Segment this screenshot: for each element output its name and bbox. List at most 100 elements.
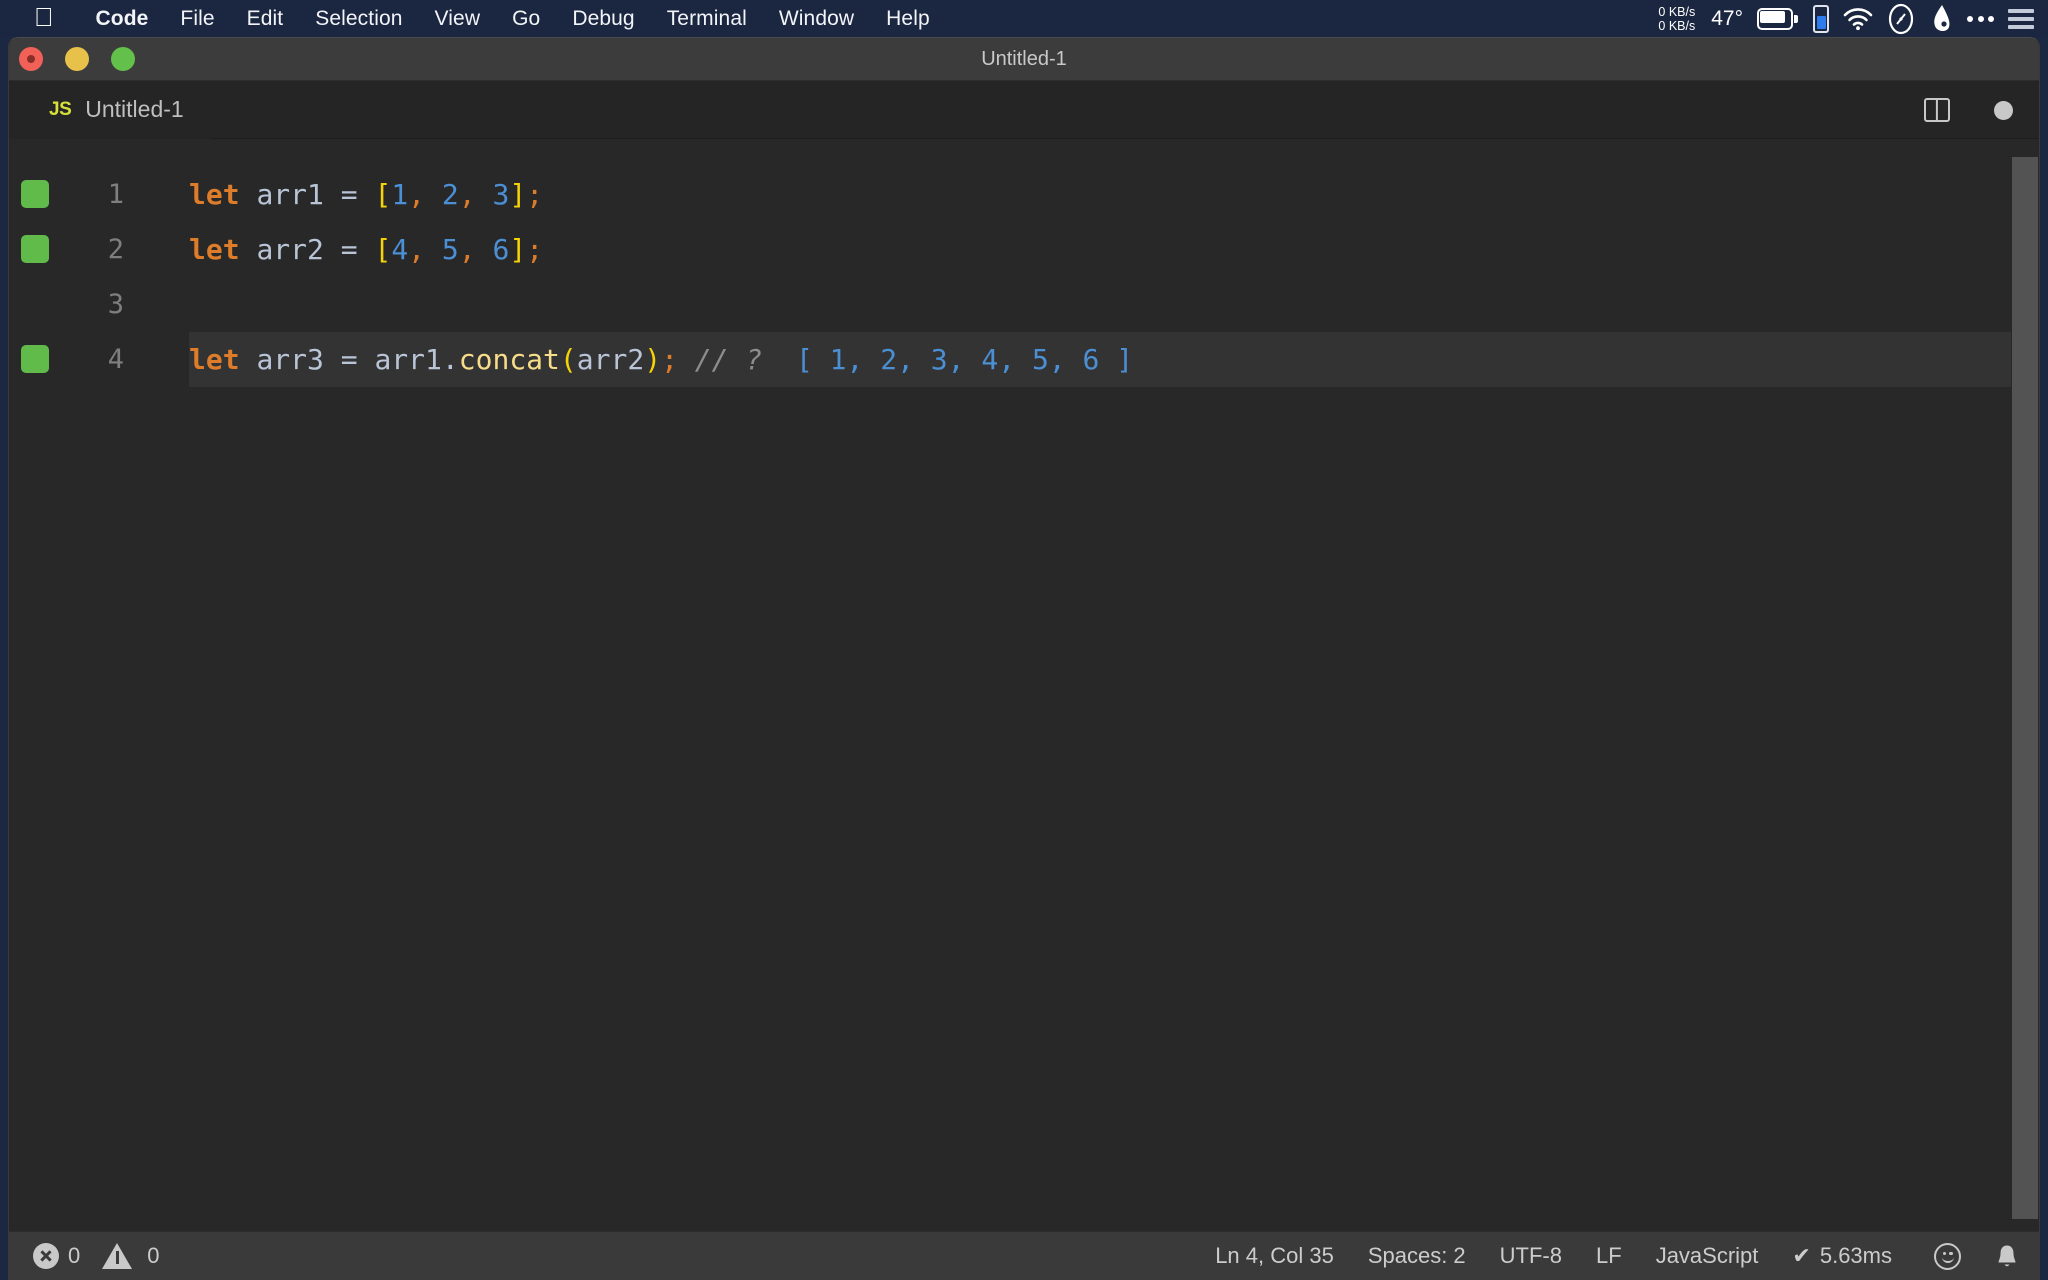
code-token: arr3 <box>256 343 323 376</box>
list-icon[interactable] <box>2008 9 2034 29</box>
status-language-mode[interactable]: JavaScript <box>1656 1243 1759 1269</box>
code-token: ; <box>526 178 543 211</box>
code-token <box>358 233 375 266</box>
code-token <box>476 178 493 211</box>
network-download-speed: 0 KB/s <box>1658 19 1695 33</box>
code-token: ; <box>526 233 543 266</box>
code-token: , <box>408 233 425 266</box>
code-token: ] <box>509 233 526 266</box>
menu-item-view[interactable]: View <box>419 7 497 31</box>
scrollbar-thumb[interactable] <box>2012 157 2038 1219</box>
line-content[interactable]: let arr2 = [4, 5, 6]; <box>189 222 2039 277</box>
run-marker-icon[interactable] <box>21 345 49 373</box>
javascript-file-icon: JS <box>49 99 71 121</box>
menu-item-go[interactable]: Go <box>496 7 556 31</box>
code-editor[interactable]: 1 let arr1 = [1, 2, 3]; 2 let arr2 = [4, 5,… <box>9 139 2039 1231</box>
status-runtime[interactable]: ✔ 5.63ms <box>1792 1243 1892 1269</box>
code-token <box>762 343 796 376</box>
menu-item-code[interactable]: Code <box>80 7 165 31</box>
code-token: ) <box>644 343 661 376</box>
code-token: arr2 <box>577 343 644 376</box>
code-token: // ? <box>695 343 762 376</box>
code-token: = <box>341 178 358 211</box>
code-token: , <box>459 233 476 266</box>
code-token: concat <box>459 343 560 376</box>
code-token <box>358 178 375 211</box>
status-warnings[interactable]: 0 <box>102 1243 159 1269</box>
line-content[interactable]: let arr3 = arr1.concat(arr2); // ? [ 1, … <box>189 332 2011 387</box>
battery-icon[interactable] <box>1757 8 1799 30</box>
code-token: arr1 <box>374 343 441 376</box>
tab-label: Untitled-1 <box>85 96 183 123</box>
menu-item-terminal[interactable]: Terminal <box>651 7 763 31</box>
bell-icon[interactable] <box>1995 1243 2019 1270</box>
unsaved-dot-icon[interactable] <box>1994 101 2013 120</box>
tab-untitled-1[interactable]: JS Untitled-1 <box>9 81 210 139</box>
compass-icon[interactable] <box>1887 3 1917 35</box>
run-marker-icon[interactable] <box>21 235 49 263</box>
line-content[interactable] <box>189 277 2039 332</box>
code-token <box>324 178 341 211</box>
error-count: 0 <box>68 1243 80 1269</box>
line-content[interactable]: let arr1 = [1, 2, 3]; <box>189 167 2039 222</box>
code-line-4[interactable]: 4let arr3 = arr1.concat(arr2); // ? [ 1,… <box>9 332 2039 387</box>
apple-logo-icon[interactable]:  <box>34 4 54 30</box>
error-icon <box>33 1243 59 1269</box>
code-token: 5 <box>442 233 459 266</box>
wifi-icon[interactable] <box>1843 7 1873 31</box>
code-token: [ <box>374 233 391 266</box>
code-line-1[interactable]: 1 let arr1 = [1, 2, 3]; <box>9 167 2039 222</box>
code-token <box>358 343 375 376</box>
menu-item-selection[interactable]: Selection <box>299 7 418 31</box>
code-token <box>425 178 442 211</box>
status-eol[interactable]: LF <box>1596 1243 1622 1269</box>
code-token: ( <box>560 343 577 376</box>
status-cursor-position[interactable]: Ln 4, Col 35 <box>1215 1243 1334 1269</box>
code-token: let <box>189 178 240 211</box>
code-token: = <box>341 233 358 266</box>
code-token: ] <box>509 178 526 211</box>
menu-bar-status-area: 0 KB/s 0 KB/s 47° <box>1658 0 2034 37</box>
code-token: , <box>459 178 476 211</box>
code-token <box>240 233 257 266</box>
menu-item-edit[interactable]: Edit <box>231 7 300 31</box>
code-token: let <box>189 343 240 376</box>
split-editor-icon[interactable] <box>1924 98 1950 122</box>
code-token: arr2 <box>256 233 323 266</box>
status-encoding[interactable]: UTF-8 <box>1500 1243 1562 1269</box>
run-marker-icon[interactable] <box>21 180 49 208</box>
line-number: 2 <box>69 234 124 265</box>
code-token: arr1 <box>256 178 323 211</box>
editor-tab-bar: JS Untitled-1 <box>9 81 2039 139</box>
code-line-3[interactable]: 3 <box>9 277 2039 332</box>
code-token: let <box>189 233 240 266</box>
code-line-2[interactable]: 2 let arr2 = [4, 5, 6]; <box>9 222 2039 277</box>
editor-vertical-scrollbar[interactable] <box>2011 139 2039 1231</box>
smiley-icon[interactable] <box>1934 1243 1961 1270</box>
menu-item-window[interactable]: Window <box>763 7 870 31</box>
line-number: 3 <box>69 289 124 320</box>
code-token: , <box>408 178 425 211</box>
window-titlebar: Untitled-1 <box>9 38 2039 81</box>
menu-item-help[interactable]: Help <box>870 7 946 31</box>
window-title: Untitled-1 <box>9 48 2039 71</box>
code-token: ; <box>661 343 678 376</box>
code-token: [ <box>374 178 391 211</box>
droplet-icon[interactable] <box>1931 4 1953 34</box>
phone-battery-icon[interactable] <box>1813 5 1829 33</box>
code-token <box>476 233 493 266</box>
code-token: 3 <box>492 178 509 211</box>
network-upload-speed: 0 KB/s <box>1658 5 1695 19</box>
status-indentation[interactable]: Spaces: 2 <box>1368 1243 1466 1269</box>
network-speed-indicator[interactable]: 0 KB/s 0 KB/s <box>1658 5 1695 33</box>
code-token <box>240 343 257 376</box>
line-number: 1 <box>69 179 124 210</box>
warning-icon <box>102 1243 132 1269</box>
menu-item-debug[interactable]: Debug <box>556 7 650 31</box>
temperature-indicator[interactable]: 47° <box>1711 7 1743 31</box>
menu-item-file[interactable]: File <box>164 7 230 31</box>
ellipsis-icon[interactable] <box>1967 16 1994 22</box>
status-errors[interactable]: 0 <box>33 1243 80 1269</box>
vscode-window: Untitled-1 JS Untitled-1 1 let arr1 = [1,… <box>8 37 2040 1280</box>
code-token: 4 <box>391 233 408 266</box>
